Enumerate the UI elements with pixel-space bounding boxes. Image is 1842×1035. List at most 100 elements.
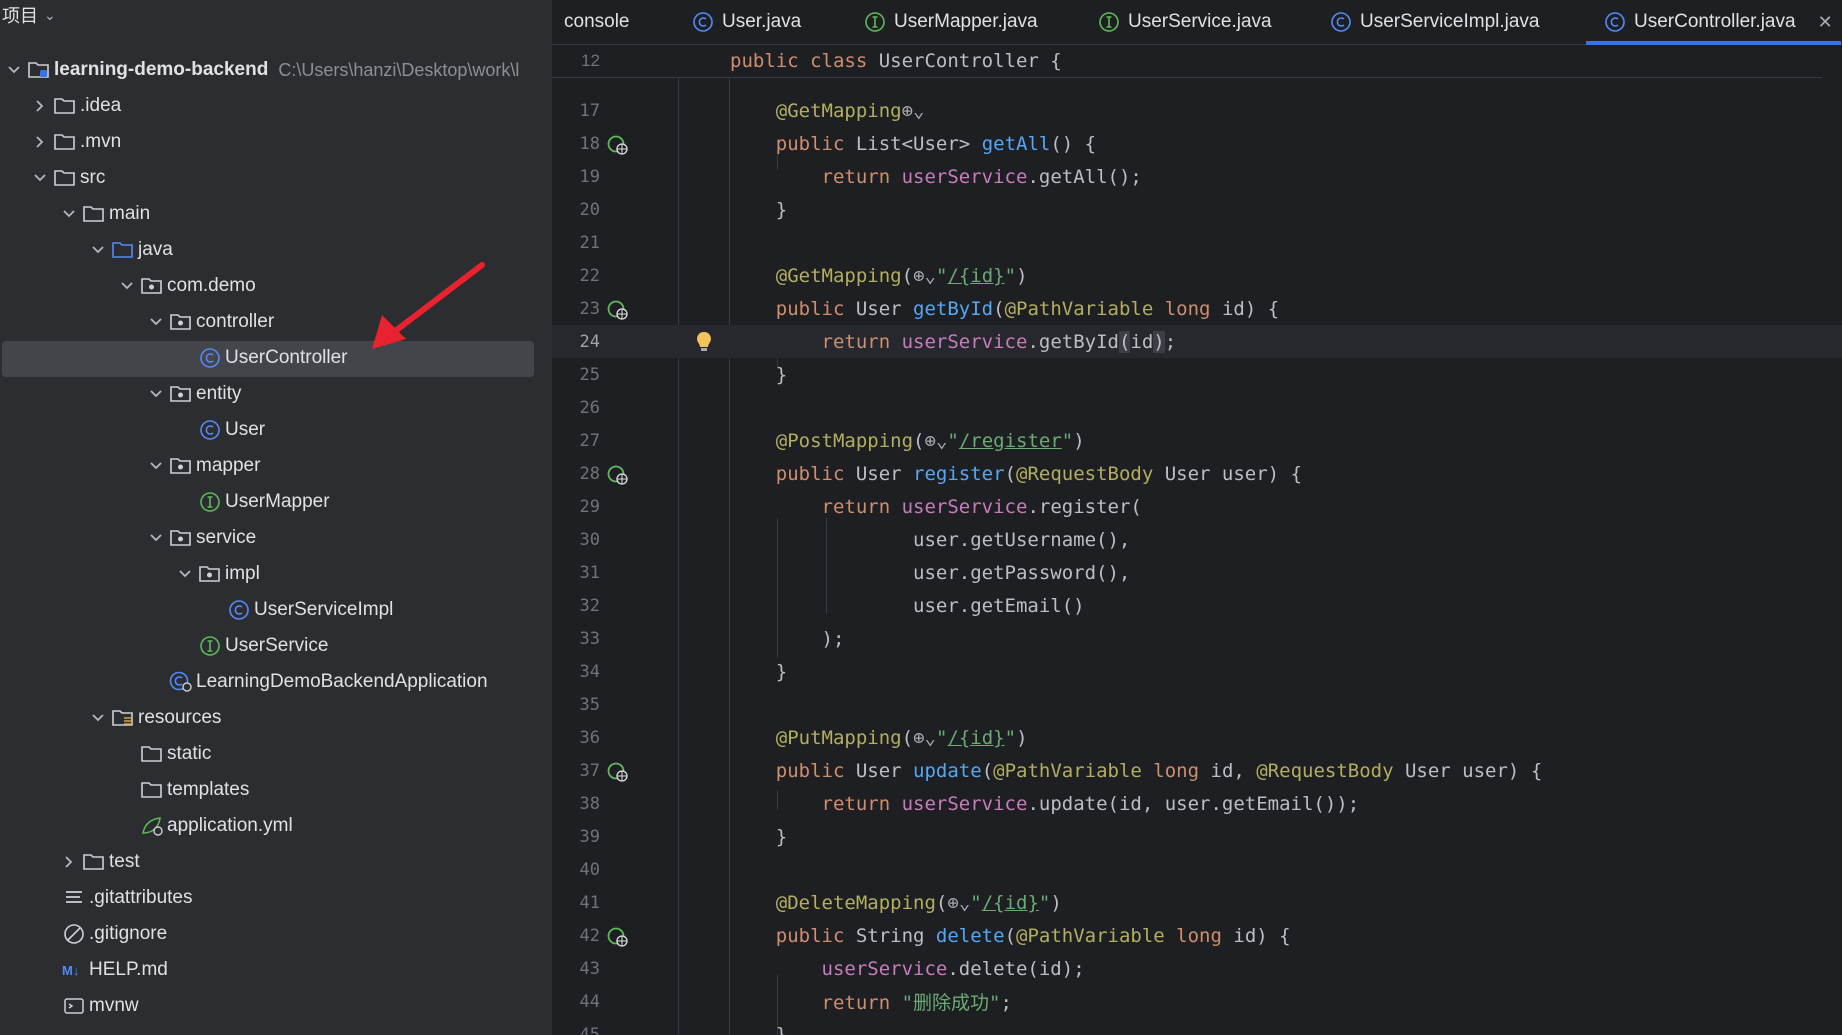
- tree-item-templates[interactable]: templates: [0, 773, 552, 807]
- tree-item-label: entity: [196, 383, 242, 404]
- tree-item-static[interactable]: static: [0, 737, 552, 771]
- line-number: 33: [579, 628, 600, 649]
- code-line[interactable]: 33 );: [552, 622, 1842, 655]
- chevron-down-icon[interactable]: [146, 533, 166, 543]
- tree-item-mvn[interactable]: .mvn: [0, 125, 552, 159]
- chevron-down-icon[interactable]: [175, 569, 195, 579]
- line-number: 39: [579, 826, 600, 847]
- chevron-right-icon[interactable]: [30, 99, 50, 113]
- code-line[interactable]: 17 @GetMapping⊕⌄: [552, 94, 1842, 127]
- tree-item-idea[interactable]: .idea: [0, 89, 552, 123]
- chevron-down-icon[interactable]: [117, 281, 137, 291]
- code-line[interactable]: 29 return userService.register(: [552, 490, 1842, 523]
- code-line[interactable]: 36 @PutMapping(⊕⌄"/{id}"): [552, 721, 1842, 754]
- lightbulb-icon[interactable]: [695, 330, 713, 354]
- code-line[interactable]: 21: [552, 226, 1842, 259]
- chevron-down-icon[interactable]: [146, 389, 166, 399]
- code-line[interactable]: 39 }: [552, 820, 1842, 853]
- chevron-down-icon[interactable]: [30, 173, 50, 183]
- globe-icon: ⊕⌄: [947, 891, 971, 914]
- code-text: user.getPassword(),: [730, 561, 1131, 584]
- endpoint-gutter-icon[interactable]: [606, 926, 630, 948]
- code-line[interactable]: 23 public User getById(@PathVariable lon…: [552, 292, 1842, 325]
- code-line[interactable]: 31 user.getPassword(),: [552, 556, 1842, 589]
- tree-item-mvnw[interactable]: mvnw: [0, 989, 552, 1023]
- tree-item-application-yml[interactable]: application.yml: [0, 809, 552, 843]
- tree-item-application-class[interactable]: LearningDemoBackendApplication: [0, 665, 552, 699]
- code-line-current[interactable]: 24 return userService.getById(id);: [552, 325, 1842, 358]
- tree-item-impl[interactable]: impl: [0, 557, 552, 591]
- endpoint-gutter-icon[interactable]: [606, 464, 630, 486]
- code-line[interactable]: 20 }: [552, 193, 1842, 226]
- endpoint-gutter-icon[interactable]: [606, 761, 630, 783]
- chevron-down-icon[interactable]: [59, 209, 79, 219]
- tree-item-project-root[interactable]: learning-demo-backend C:\Users\hanzi\Des…: [0, 53, 552, 87]
- tree-item-entity[interactable]: entity: [0, 377, 552, 411]
- tree-item-test[interactable]: test: [0, 845, 552, 879]
- code-area[interactable]: 17 @GetMapping⊕⌄ 18 public List<User> ge…: [552, 78, 1842, 1035]
- code-line[interactable]: 43 userService.delete(id);: [552, 952, 1842, 985]
- chevron-right-icon[interactable]: [30, 135, 50, 149]
- spring-config-icon: [140, 815, 164, 837]
- tree-item-help-md[interactable]: M↓ HELP.md: [0, 953, 552, 987]
- endpoint-gutter-icon[interactable]: [606, 134, 630, 156]
- tab-user-service-impl-java[interactable]: UserServiceImpl.java: [1330, 0, 1540, 44]
- code-line[interactable]: 42 public String delete(@PathVariable lo…: [552, 919, 1842, 952]
- code-line[interactable]: 37 public User update(@PathVariable long…: [552, 754, 1842, 787]
- chevron-right-icon[interactable]: [59, 855, 79, 869]
- code-line[interactable]: 26: [552, 391, 1842, 424]
- tree-item-mapper[interactable]: mapper: [0, 449, 552, 483]
- project-view-title: 项目: [2, 6, 38, 26]
- sticky-scroll-header[interactable]: 12 public class UserController {: [552, 45, 1822, 78]
- tree-item-gitignore[interactable]: .gitignore: [0, 917, 552, 951]
- tab-user-controller-java[interactable]: UserController.java ✕: [1586, 0, 1841, 45]
- tab-console[interactable]: console: [564, 0, 630, 44]
- tree-item-user-service-impl[interactable]: UserServiceImpl: [0, 593, 552, 627]
- tab-user-mapper-java[interactable]: UserMapper.java: [864, 0, 1038, 44]
- code-line[interactable]: 35: [552, 688, 1842, 721]
- tree-item-label: templates: [167, 779, 250, 800]
- chevron-down-icon[interactable]: [4, 65, 24, 75]
- project-root-label: learning-demo-backend: [54, 59, 269, 80]
- tree-item-service[interactable]: service: [0, 521, 552, 555]
- code-line[interactable]: 28 public User register(@RequestBody Use…: [552, 457, 1842, 490]
- code-line[interactable]: 38 return userService.update(id, user.ge…: [552, 787, 1842, 820]
- tree-item-user-mapper[interactable]: UserMapper: [0, 485, 552, 519]
- endpoint-gutter-icon[interactable]: [606, 299, 630, 321]
- line-number: 17: [579, 100, 600, 121]
- tree-item-main[interactable]: main: [0, 197, 552, 231]
- class-icon: [1330, 11, 1352, 33]
- line-number: 26: [579, 397, 600, 418]
- tab-user-java[interactable]: User.java: [692, 0, 801, 44]
- project-view-selector[interactable]: 项目 ⌄: [0, 0, 56, 30]
- code-line[interactable]: 44 return "删除成功";: [552, 985, 1842, 1018]
- code-line[interactable]: 32 user.getEmail(): [552, 589, 1842, 622]
- code-line[interactable]: 18 public List<User> getAll() {: [552, 127, 1842, 160]
- chevron-down-icon[interactable]: [88, 713, 108, 723]
- tree-item-resources[interactable]: resources: [0, 701, 552, 735]
- code-line[interactable]: 40: [552, 853, 1842, 886]
- code-line[interactable]: 34 }: [552, 655, 1842, 688]
- chevron-down-icon[interactable]: [88, 245, 108, 255]
- code-line[interactable]: 19 return userService.getAll();: [552, 160, 1842, 193]
- tree-item-user[interactable]: User: [0, 413, 552, 447]
- chevron-down-icon[interactable]: [146, 317, 166, 327]
- tree-item-label: .mvn: [80, 131, 122, 152]
- code-line[interactable]: 25 }: [552, 358, 1842, 391]
- line-number: 12: [581, 51, 600, 70]
- code-line[interactable]: 41 @DeleteMapping(⊕⌄"/{id}"): [552, 886, 1842, 919]
- code-line[interactable]: 30 user.getUsername(),: [552, 523, 1842, 556]
- tab-label: UserServiceImpl.java: [1360, 11, 1540, 32]
- code-text: user.getEmail(): [730, 594, 1085, 617]
- tree-item-gitattributes[interactable]: .gitattributes: [0, 881, 552, 915]
- folder-icon: [82, 203, 106, 225]
- close-icon[interactable]: ✕: [1818, 12, 1833, 33]
- code-line[interactable]: 27 @PostMapping(⊕⌄"/register"): [552, 424, 1842, 457]
- sticky-code: public class UserController {: [730, 50, 1062, 72]
- code-line[interactable]: 45 }: [552, 1018, 1842, 1035]
- tab-user-service-java[interactable]: UserService.java: [1098, 0, 1272, 44]
- code-line[interactable]: 22 @GetMapping(⊕⌄"/{id}"): [552, 259, 1842, 292]
- tree-item-src[interactable]: src: [0, 161, 552, 195]
- tree-item-user-service[interactable]: UserService: [0, 629, 552, 663]
- chevron-down-icon[interactable]: [146, 461, 166, 471]
